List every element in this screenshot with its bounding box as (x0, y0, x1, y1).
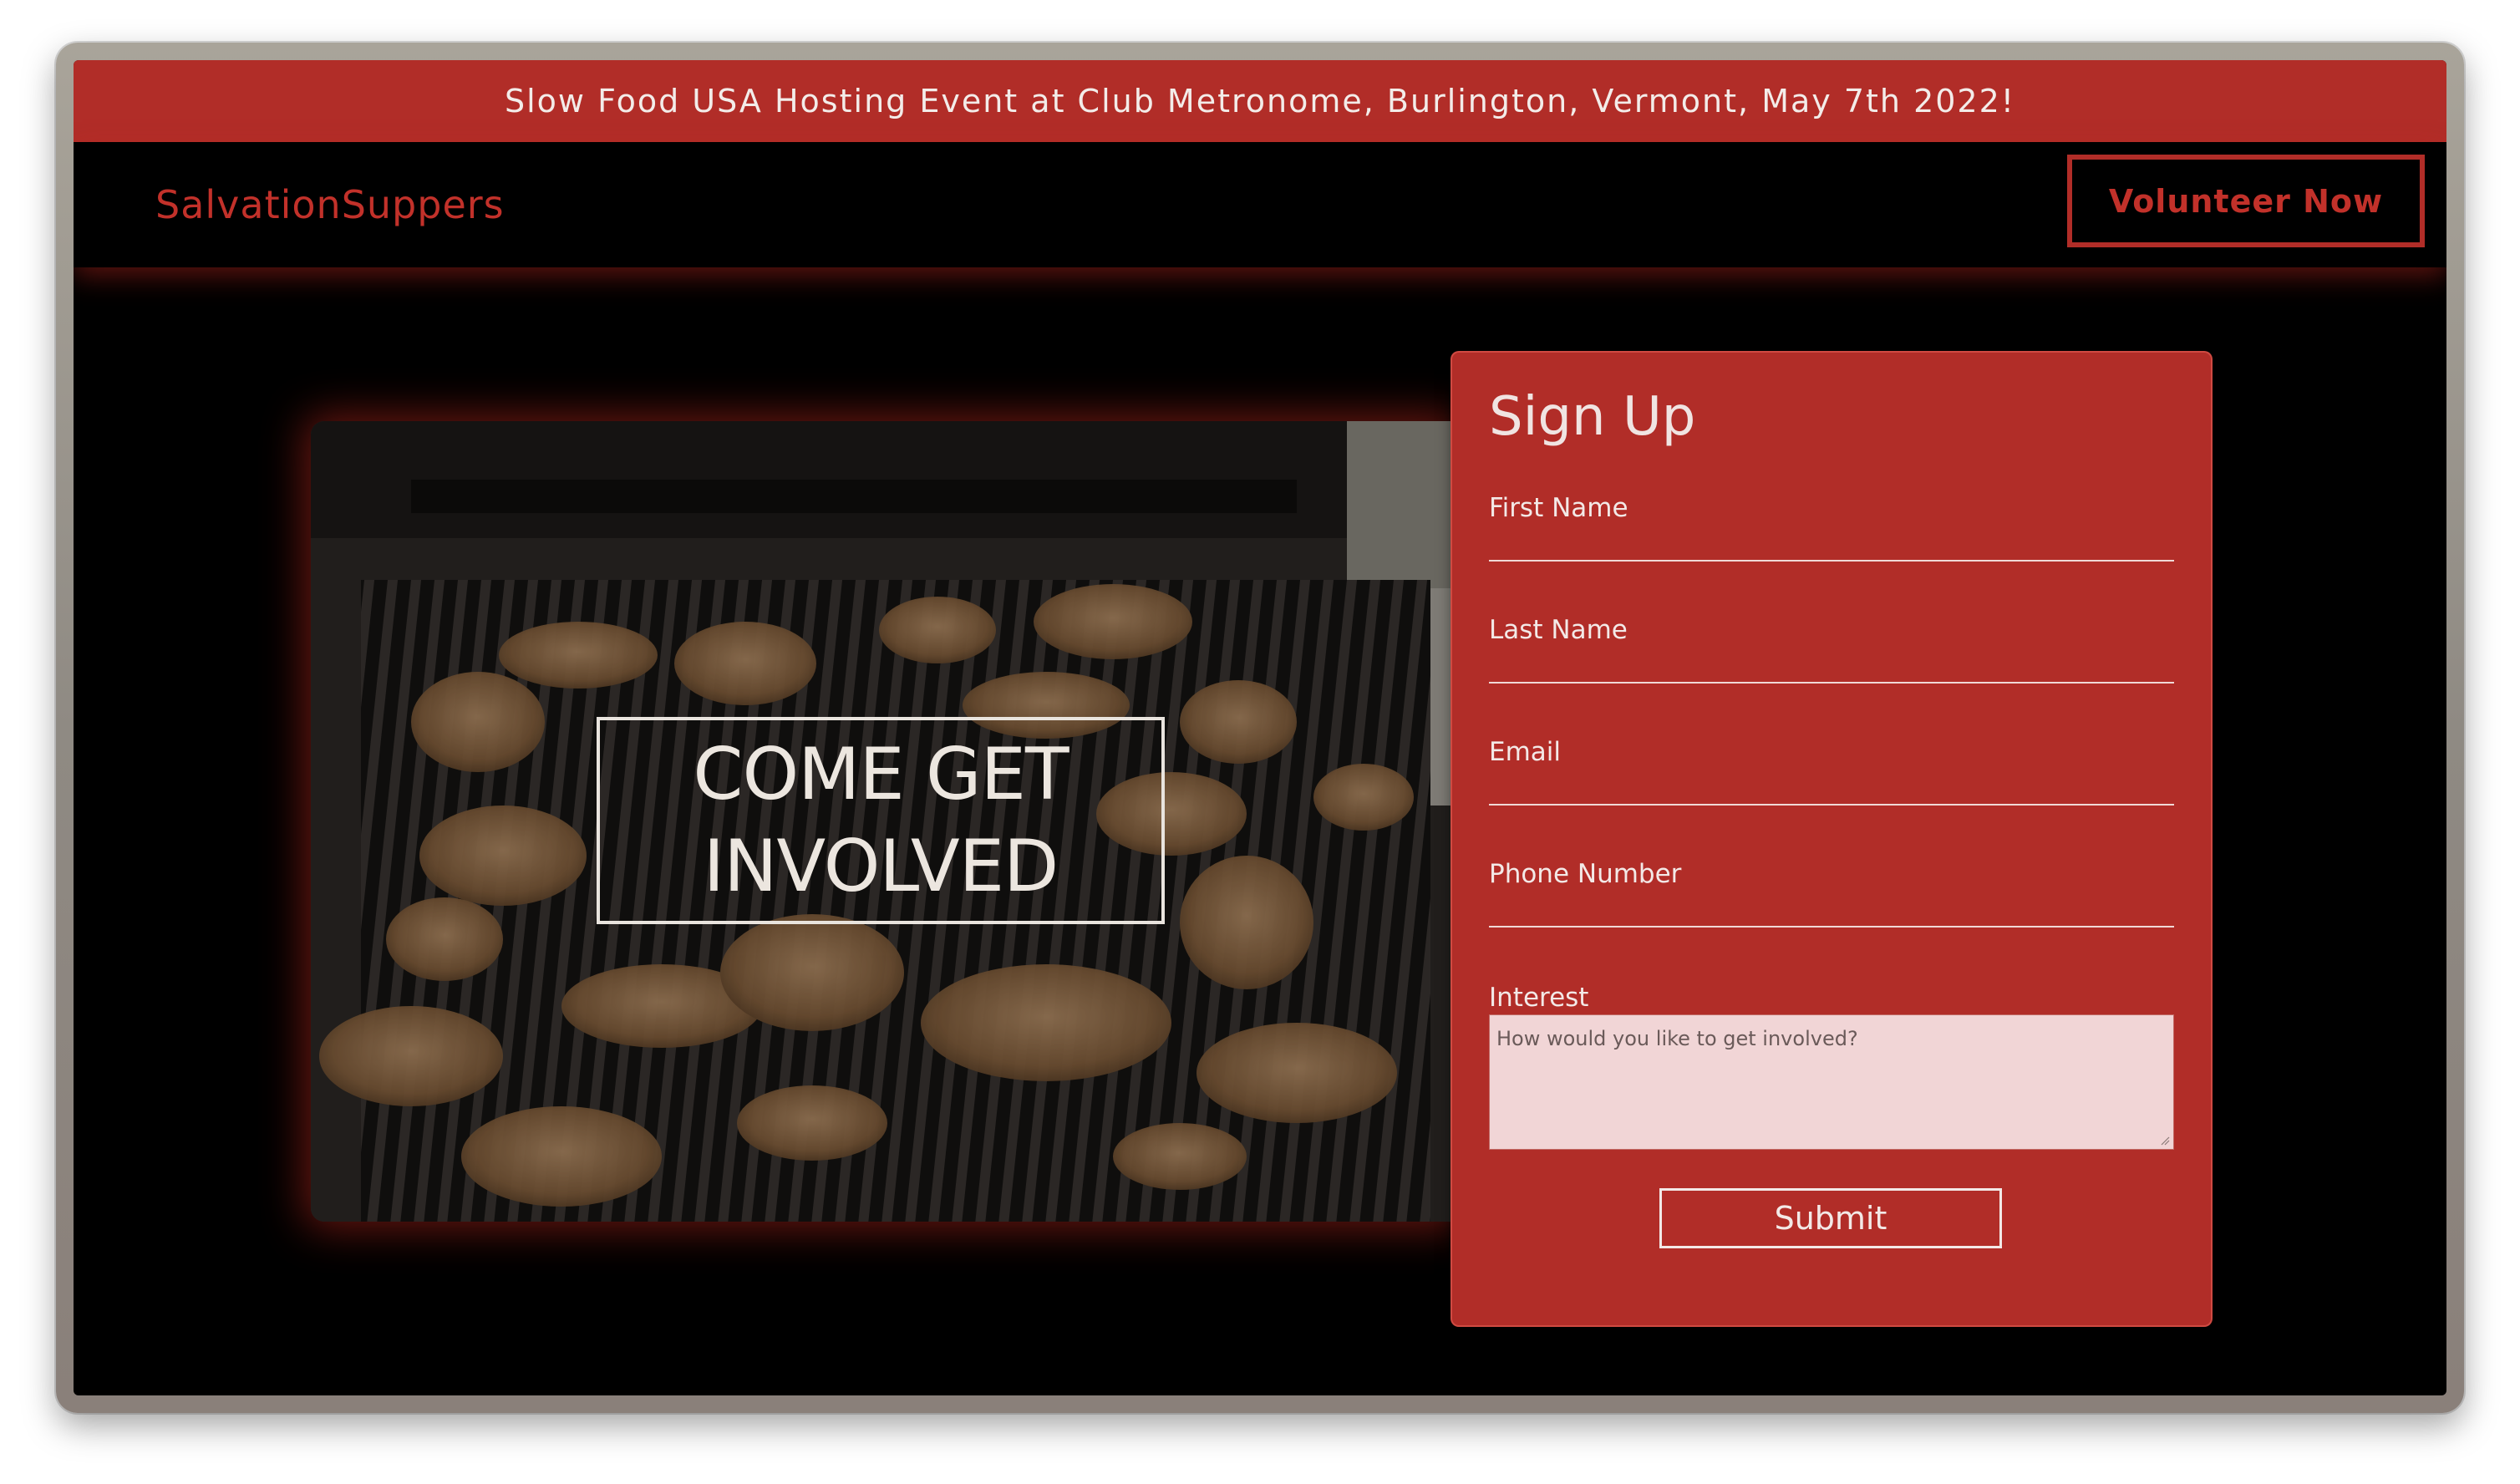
first-name-input[interactable] (1489, 528, 2174, 562)
submit-button[interactable]: Submit (1659, 1188, 2002, 1248)
resize-grip-icon[interactable] (2160, 1136, 2170, 1146)
phone-number-label: Phone Number (1489, 859, 1682, 889)
announcement-text: Slow Food USA Hosting Event at Club Metr… (504, 83, 2016, 119)
volunteer-now-button[interactable]: Volunteer Now (2067, 155, 2425, 247)
interest-label: Interest (1489, 983, 1589, 1013)
top-nav: SalvationSuppers Volunteer Now (74, 142, 2446, 267)
signup-form: Sign Up First Name Last Name Email Phone… (1452, 353, 2211, 1325)
hero-title-line-2: INVOLVED (703, 825, 1059, 908)
brand-logo[interactable]: SalvationSuppers (155, 142, 505, 267)
hero-title: COME GET INVOLVED (693, 729, 1069, 912)
interest-placeholder: How would you like to get involved? (1496, 1027, 1858, 1050)
interest-textarea[interactable]: How would you like to get involved? (1489, 1014, 2174, 1150)
browser-viewport: Slow Food USA Hosting Event at Club Metr… (74, 60, 2446, 1395)
announcement-bar: Slow Food USA Hosting Event at Club Metr… (74, 60, 2446, 142)
email-label: Email (1489, 737, 1562, 767)
phone-number-input[interactable] (1489, 894, 2174, 928)
hero-title-box: COME GET INVOLVED (597, 717, 1165, 924)
last-name-label: Last Name (1489, 615, 1628, 645)
first-name-label: First Name (1489, 493, 1628, 523)
hero-title-line-1: COME GET (693, 733, 1069, 816)
email-input[interactable] (1489, 772, 2174, 806)
last-name-input[interactable] (1489, 650, 2174, 684)
signup-title: Sign Up (1489, 386, 1696, 448)
hero-image: COME GET INVOLVED (311, 421, 1452, 1222)
device-frame: Slow Food USA Hosting Event at Club Metr… (56, 43, 2464, 1413)
